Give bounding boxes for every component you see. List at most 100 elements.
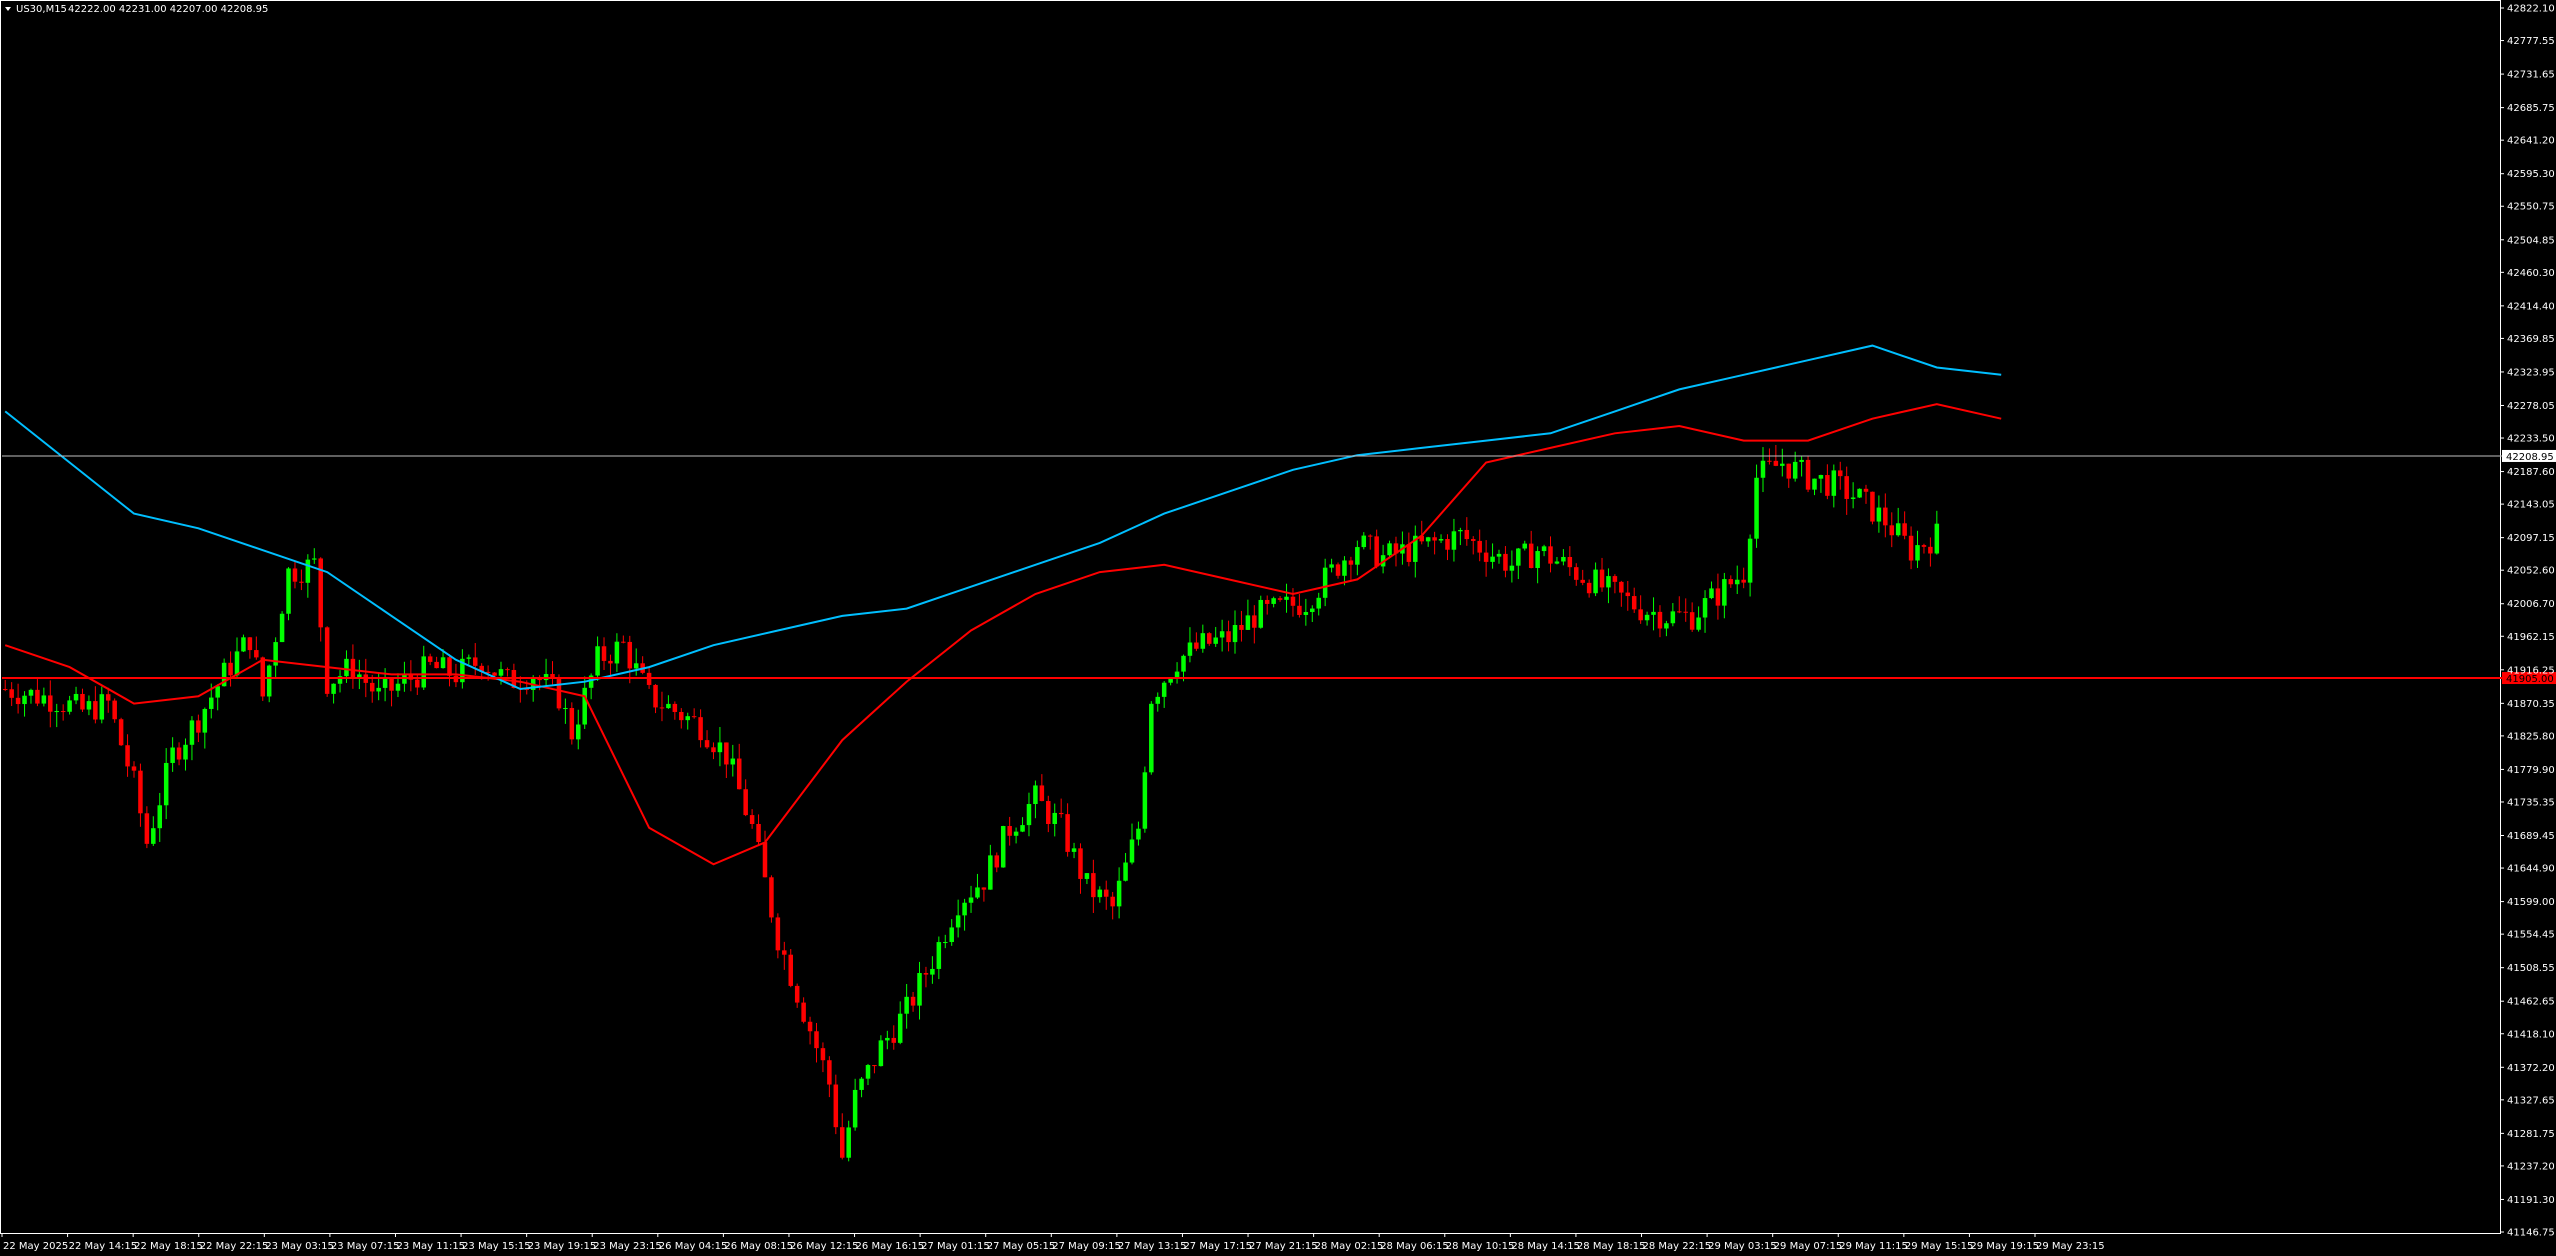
- candle: [1271, 596, 1276, 608]
- candle-body: [691, 716, 697, 718]
- candle-body: [189, 720, 195, 745]
- y-tick-label: 42550.75: [2507, 202, 2555, 213]
- candle: [1651, 597, 1656, 631]
- candle-body: [183, 744, 188, 760]
- candle-body: [144, 813, 150, 844]
- candle-body: [138, 770, 143, 814]
- candle-body: [466, 657, 472, 659]
- candle: [427, 653, 433, 666]
- candle-body: [1921, 545, 1927, 547]
- candle: [910, 991, 916, 1012]
- candle: [228, 651, 233, 687]
- candle-body: [472, 657, 478, 666]
- y-tick-label: 42777.55: [2507, 36, 2555, 47]
- candle-body: [975, 887, 980, 898]
- candle: [1380, 544, 1386, 574]
- candle-body: [170, 747, 175, 763]
- candle: [15, 683, 21, 714]
- candle: [1908, 526, 1914, 570]
- candle-body: [1425, 537, 1431, 542]
- candle: [1277, 596, 1283, 602]
- candle: [1110, 891, 1115, 920]
- candle-body: [1625, 592, 1631, 597]
- candle: [22, 691, 27, 717]
- x-tick-label: 22 May 22:15: [200, 1241, 269, 1252]
- candle: [704, 730, 710, 749]
- time-axis[interactable]: 22 May 2025 22 May 14:1522 May 18:1522 Ma…: [1, 1233, 2105, 1252]
- candle: [1574, 563, 1579, 586]
- candle: [1657, 605, 1663, 638]
- candle: [1406, 532, 1412, 567]
- candle-body: [234, 651, 240, 676]
- candle-body: [1033, 785, 1038, 805]
- candle-body: [1432, 537, 1437, 541]
- candle-body: [1097, 889, 1103, 898]
- candle-body: [1850, 497, 1856, 499]
- candle: [563, 698, 568, 724]
- candle-body: [118, 719, 124, 746]
- candle-body: [1020, 825, 1025, 832]
- candle-body: [698, 717, 703, 741]
- x-tick-label: 29 May 11:15: [1839, 1241, 1908, 1252]
- candle: [1290, 588, 1296, 617]
- candle-body: [878, 1040, 884, 1067]
- price-chart[interactable]: 41905.0042208.95 42822.10 42777.55 42731.6…: [0, 0, 2556, 1256]
- candle: [543, 658, 549, 687]
- candle-body: [1689, 612, 1695, 630]
- candle: [9, 682, 14, 706]
- candle: [1355, 540, 1360, 576]
- candle: [1606, 568, 1611, 604]
- price-axis[interactable]: 42822.10 42777.55 42731.65 42685.75 42641.20…: [2500, 4, 2555, 1239]
- candle-body: [955, 915, 961, 928]
- chart-window[interactable]: 41905.00 42208.95 42822.10 42777.55 42731.6…: [0, 0, 2556, 1256]
- candle: [1844, 466, 1849, 515]
- y-tick-label: 42504.85: [2507, 235, 2555, 246]
- candle-body: [1715, 588, 1721, 606]
- candle-body: [962, 902, 967, 916]
- candle: [608, 654, 613, 677]
- candle: [1297, 594, 1302, 618]
- candle: [2, 679, 8, 692]
- candle: [1670, 603, 1676, 627]
- x-tick-label: 29 May 23:15: [2036, 1241, 2105, 1252]
- candle: [1516, 547, 1521, 580]
- candle: [299, 569, 304, 591]
- candle-body: [1239, 625, 1244, 630]
- candle: [415, 673, 420, 695]
- candle: [1071, 842, 1077, 859]
- candle-body: [1773, 460, 1779, 466]
- x-tick-label: 28 May 14:15: [1511, 1241, 1580, 1252]
- candle: [131, 761, 137, 778]
- candle-body: [563, 708, 568, 710]
- candle-body: [1561, 556, 1566, 562]
- candle: [627, 635, 633, 684]
- candle-body: [1889, 525, 1895, 536]
- candle: [1580, 569, 1585, 586]
- candle: [105, 687, 111, 713]
- candle: [1219, 619, 1225, 652]
- candle-body: [1606, 576, 1611, 588]
- candle: [170, 737, 175, 772]
- candle-body: [614, 641, 620, 664]
- candle-body: [1870, 491, 1875, 522]
- candle: [1599, 557, 1605, 592]
- candle: [266, 664, 272, 703]
- candle: [202, 707, 208, 749]
- candle: [28, 688, 34, 704]
- candle-body: [1142, 772, 1148, 829]
- candle: [434, 656, 439, 669]
- candle: [125, 734, 130, 777]
- ma-line-1: [4, 403, 2002, 866]
- candle-body: [1516, 548, 1521, 566]
- candle: [1425, 536, 1431, 547]
- candle: [1046, 795, 1051, 833]
- candle: [1586, 579, 1592, 598]
- candle: [582, 676, 587, 729]
- candle: [1316, 592, 1321, 616]
- candle-body: [22, 695, 27, 705]
- candle: [679, 708, 684, 729]
- candle: [1097, 886, 1103, 903]
- chevron-down-icon[interactable]: [5, 7, 11, 11]
- candle: [666, 695, 671, 709]
- candle: [936, 936, 942, 980]
